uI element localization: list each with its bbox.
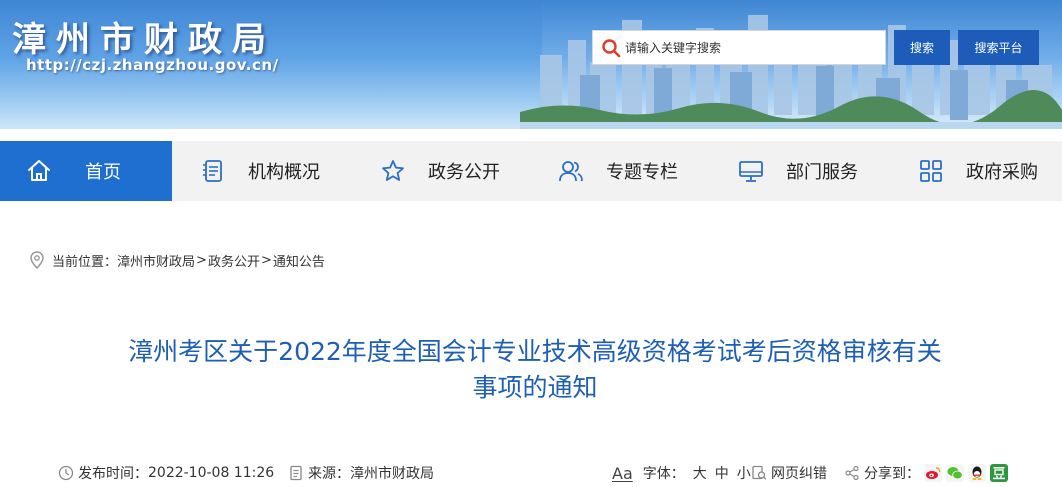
- article-title-line-2: 事项的通知: [472, 373, 598, 402]
- wechat-icon[interactable]: [946, 464, 964, 482]
- douban-icon[interactable]: [990, 464, 1008, 482]
- home-icon: [28, 160, 50, 181]
- grid-icon: [920, 160, 942, 182]
- search-input[interactable]: [625, 40, 875, 55]
- monitor-icon: [739, 161, 763, 182]
- header-banner: 漳州市财政局 http://czj.zhangzhou.gov.cn/ 搜索 搜…: [0, 0, 1062, 129]
- article-title-line-1: 漳州考区关于2022年度全国会计专业技术高级资格考试考后资格审核有关: [128, 337, 942, 366]
- breadcrumb-link-gov-affairs[interactable]: 政务公开: [208, 251, 260, 270]
- article-meta: 发布时间： 2022-10-08 11:26 来源： 漳州市财政局 Aa 字体：…: [0, 462, 1062, 484]
- share-label: 分享到：: [864, 466, 920, 482]
- nav-item-special-topics[interactable]: 专题专栏: [558, 141, 678, 201]
- site-url: http://czj.zhangzhou.gov.cn/: [26, 56, 279, 74]
- nav-label-organization: 机构概况: [248, 162, 320, 183]
- error-report-label: 网页纠错: [771, 466, 827, 482]
- weibo-icon[interactable]: [924, 464, 942, 482]
- font-size-large[interactable]: 大: [693, 463, 707, 483]
- search-button[interactable]: 搜索: [894, 30, 950, 65]
- publish-time: 发布时间： 2022-10-08 11:26: [58, 462, 274, 484]
- publish-time-value: 2022-10-08 11:26: [148, 465, 275, 481]
- nav-item-gov-affairs[interactable]: 政务公开: [380, 141, 500, 201]
- share-icon: [845, 465, 859, 481]
- document-list-icon: [203, 160, 222, 182]
- breadcrumb: 当前位置： 漳州市财政局 > 政务公开 > 通知公告: [28, 250, 325, 270]
- font-size-medium[interactable]: 中: [715, 463, 729, 483]
- font-size-icon: Aa: [612, 463, 633, 483]
- breadcrumb-separator: >: [260, 252, 272, 268]
- nav-label-special-topics: 专题专栏: [606, 162, 678, 183]
- breadcrumb-separator: >: [196, 252, 207, 268]
- document-icon: [290, 465, 302, 481]
- font-size-small[interactable]: 小: [737, 463, 751, 483]
- site-title: 漳州市财政局: [12, 20, 276, 60]
- location-pin-icon: [30, 251, 44, 270]
- nav-label-gov-affairs: 政务公开: [428, 162, 500, 183]
- nav-label-dept-services: 部门服务: [786, 162, 858, 183]
- clock-icon: [58, 465, 74, 481]
- article-title: 漳州考区关于2022年度全国会计专业技术高级资格考试考后资格审核有关 事项的通知: [60, 334, 1010, 406]
- search-box[interactable]: [592, 30, 886, 65]
- search-icon: [602, 38, 621, 57]
- star-icon: [382, 160, 404, 181]
- users-icon: [559, 161, 583, 182]
- nav-item-organization[interactable]: 机构概况: [200, 141, 320, 201]
- nav-label-procurement: 政府采购: [966, 162, 1038, 183]
- article-source: 来源： 漳州市财政局: [288, 462, 434, 484]
- error-report-link[interactable]: 网页纠错: [751, 462, 827, 484]
- nav-item-home[interactable]: 首页: [0, 141, 172, 201]
- font-size-control: Aa 字体： 大 中 小: [612, 462, 751, 484]
- nav-item-procurement[interactable]: 政府采购: [918, 141, 1038, 201]
- publish-time-label: 发布时间：: [78, 466, 148, 482]
- nav-label-home: 首页: [85, 162, 121, 183]
- share-bar: 分享到：: [844, 462, 1008, 484]
- search-platform-button[interactable]: 搜索平台: [958, 30, 1039, 65]
- breadcrumb-link-home[interactable]: 漳州市财政局: [117, 251, 195, 270]
- breadcrumb-link-notices[interactable]: 通知公告: [273, 251, 325, 270]
- error-report-icon: [752, 465, 767, 480]
- main-nav: 首页 机构概况 政务公开 专题专栏 部门服务 政府采购: [0, 141, 1062, 201]
- source-value: 漳州市财政局: [350, 466, 434, 482]
- nav-item-dept-services[interactable]: 部门服务: [738, 141, 858, 201]
- source-label: 来源：: [308, 466, 350, 482]
- qq-icon[interactable]: [968, 464, 986, 482]
- breadcrumb-prefix: 当前位置：: [52, 254, 118, 270]
- font-size-label: 字体：: [642, 466, 685, 482]
